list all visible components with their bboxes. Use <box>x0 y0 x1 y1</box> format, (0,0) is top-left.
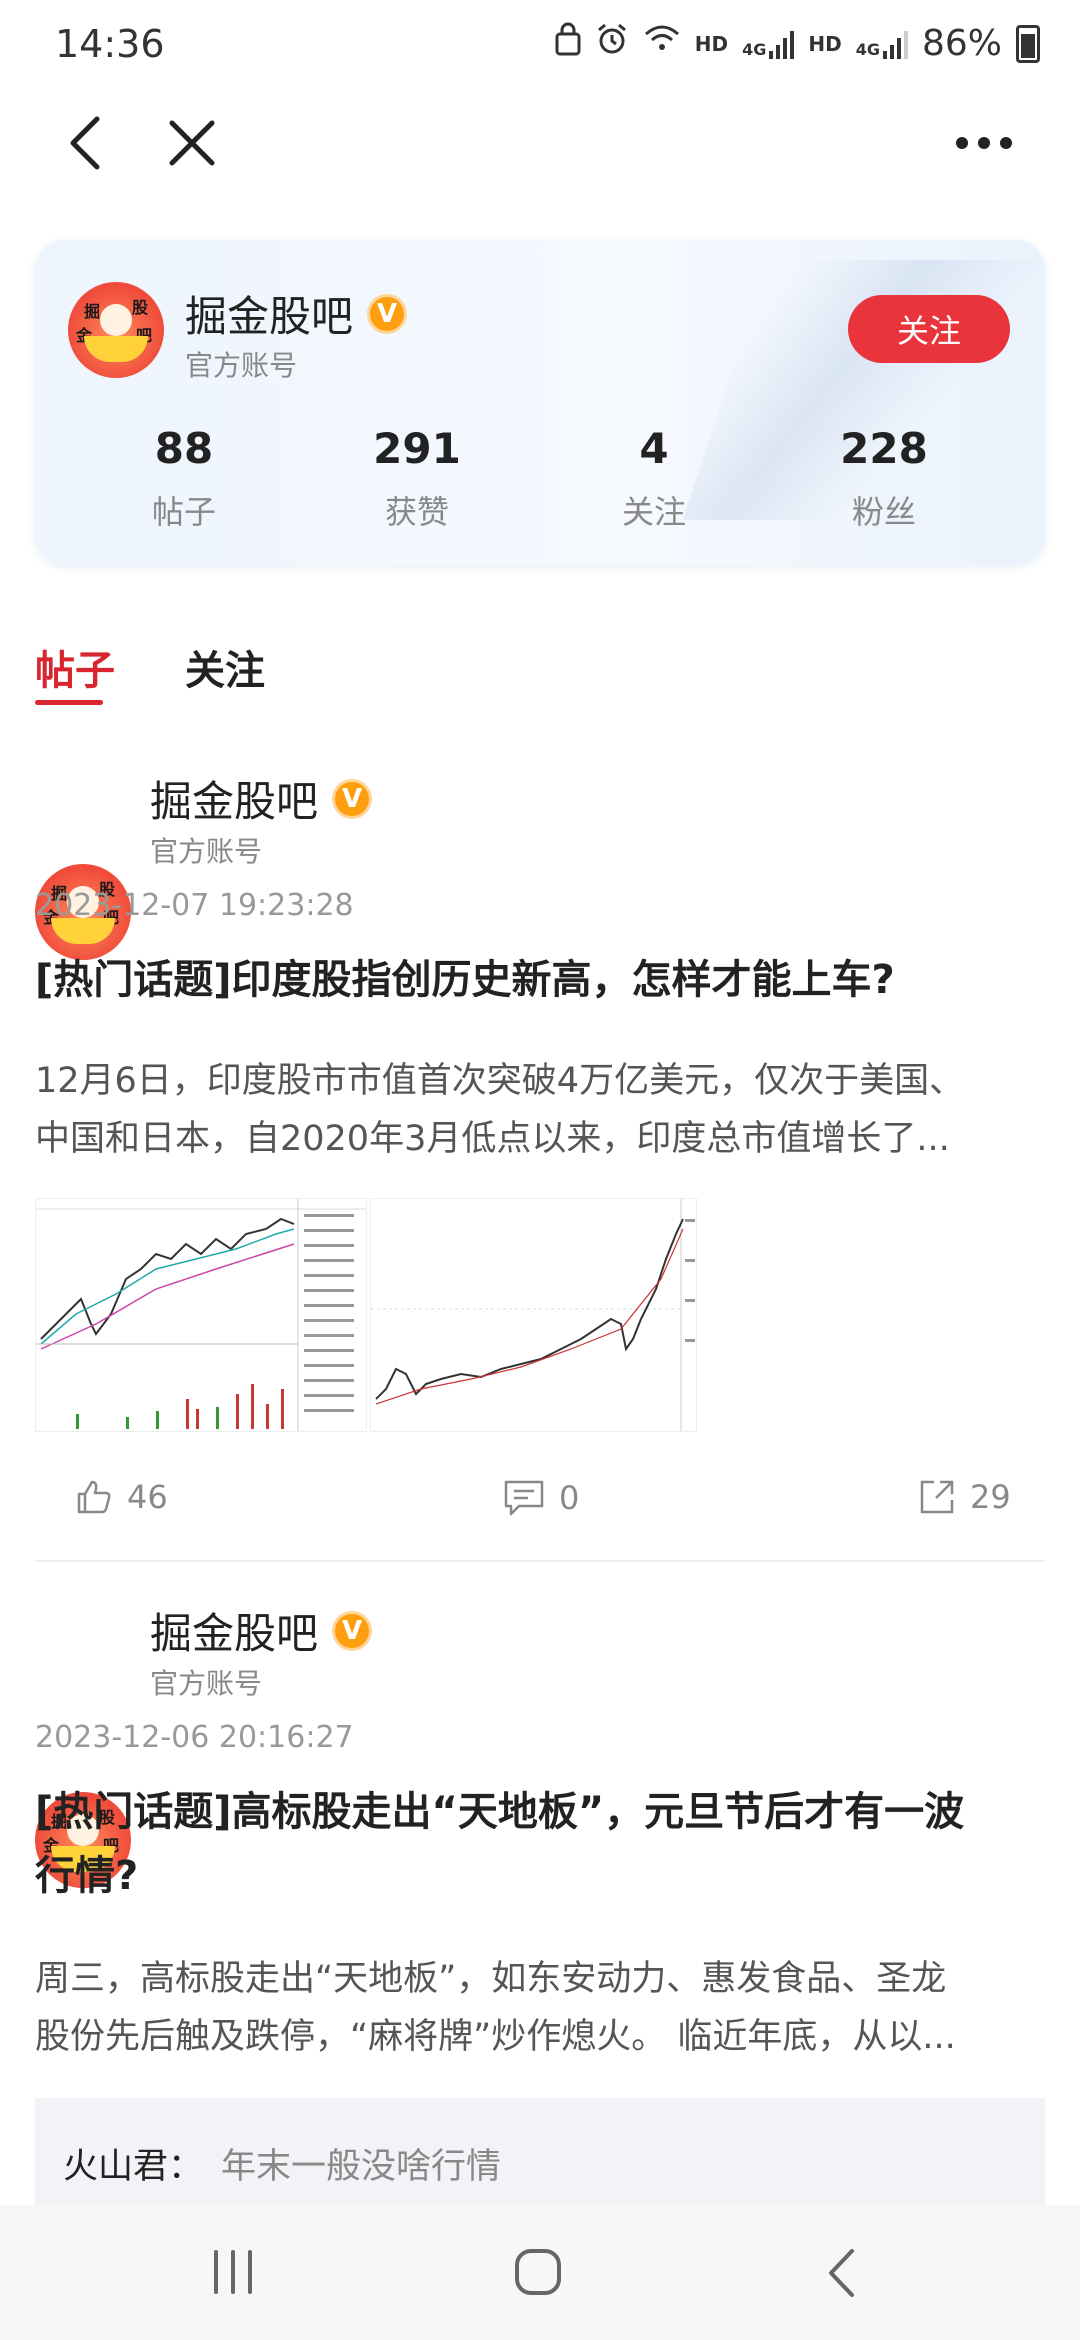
signal-icon-2: 4G <box>856 29 908 59</box>
more-button[interactable] <box>944 103 1024 183</box>
stat-followers[interactable]: 228 粉丝 <box>784 424 984 533</box>
stat-posts[interactable]: 88 帖子 <box>84 424 284 533</box>
share-button[interactable]: 29 <box>918 1478 1011 1516</box>
battery-percent: 86% <box>921 23 1002 64</box>
tab-following[interactable]: 关注 <box>185 638 265 696</box>
candlestick-chart-icon <box>36 1199 366 1431</box>
profile-name-row: 掘金股吧 V <box>185 283 408 344</box>
tab-active-indicator <box>35 700 103 705</box>
follow-button[interactable]: 关注 <box>848 295 1010 363</box>
post-title[interactable]: [热门话题]印度股指创历史新高，怎样才能上车? <box>35 948 895 1012</box>
profile-avatar[interactable]: 掘 股 金 吧 <box>68 282 164 378</box>
post-body[interactable]: 周三，高标股走出“天地板”，如东安动力、惠发食品、圣龙 股份先后触及跌停，“麻将… <box>35 1950 1045 2066</box>
alarm-icon <box>595 22 629 65</box>
post-title[interactable]: [热门话题]高标股走出“天地板”，元旦节后才有一波 行情? <box>35 1780 1055 1908</box>
close-button[interactable] <box>152 103 232 183</box>
battery-icon <box>1016 24 1040 63</box>
comment-button[interactable]: 0 <box>503 1478 579 1518</box>
profile-subtitle: 官方账号 <box>185 349 298 382</box>
verified-badge-icon: V <box>367 293 408 334</box>
recent-apps-icon <box>214 2250 252 2294</box>
status-icons: HD 4G HD 4G 86% <box>555 22 1040 65</box>
like-count: 46 <box>127 1478 168 1516</box>
post-image-chart-2[interactable] <box>370 1198 697 1432</box>
hot-comment-row: 火山君： 年末一般没啥行情 <box>63 2138 501 2189</box>
post-author-subtitle: 官方账号 <box>150 1667 263 1700</box>
more-horizontal-icon <box>956 137 1012 149</box>
comment-count: 0 <box>559 1479 580 1517</box>
stat-likes[interactable]: 291 获赞 <box>317 424 517 533</box>
chevron-left-icon <box>70 116 100 170</box>
gold-pot-shape <box>84 336 148 362</box>
back-button[interactable] <box>45 103 125 183</box>
post-divider <box>35 1560 1045 1562</box>
comment-author: 火山君： <box>63 2147 204 2187</box>
system-back-button[interactable] <box>826 2248 856 2302</box>
status-time: 14:36 <box>55 22 165 66</box>
post-author-subtitle: 官方账号 <box>150 835 263 868</box>
post-date: 2023-12-07 19:23:28 <box>35 888 354 923</box>
line-chart-icon <box>371 1199 696 1431</box>
wifi-icon <box>643 23 681 64</box>
comment-text: 年末一般没啥行情 <box>221 2147 502 2187</box>
verified-badge-icon: V <box>332 1610 373 1651</box>
home-icon <box>515 2249 561 2295</box>
post-body[interactable]: 12月6日，印度股市市值首次突破4万亿美元，仅次于美国、 中国和日本，自2020… <box>35 1052 1045 1168</box>
verified-badge-icon: V <box>332 778 373 819</box>
share-count: 29 <box>970 1478 1011 1516</box>
post-author-name[interactable]: 掘金股吧 <box>150 768 318 829</box>
share-icon <box>920 1480 954 1514</box>
post-image-chart-1[interactable] <box>35 1198 367 1432</box>
comment-icon <box>504 1480 544 1516</box>
post-date: 2023-12-06 20:16:27 <box>35 1720 354 1755</box>
mascot-shape <box>100 304 132 336</box>
home-button[interactable] <box>514 2248 562 2300</box>
post-author-row: 掘金股吧 V <box>150 768 373 829</box>
profile-name: 掘金股吧 <box>185 292 354 341</box>
thumbs-up-icon <box>77 1480 111 1514</box>
recent-apps-button[interactable] <box>210 2250 256 2298</box>
post-author-name[interactable]: 掘金股吧 <box>150 1600 318 1661</box>
like-button[interactable]: 46 <box>75 1478 168 1516</box>
lock-icon <box>555 22 581 65</box>
tab-posts[interactable]: 帖子 <box>35 638 115 696</box>
close-icon <box>169 120 215 166</box>
back-arrow-icon <box>829 2249 854 2297</box>
system-nav-bar <box>0 2205 1080 2340</box>
hd-label-2: HD <box>808 31 842 56</box>
stat-following[interactable]: 4 关注 <box>554 424 754 533</box>
post-author-row: 掘金股吧 V <box>150 1600 373 1661</box>
status-bar: 14:36 HD 4G HD 4G 86% <box>0 0 1080 100</box>
hd-label: HD <box>694 31 729 56</box>
signal-icon: 4G <box>742 29 795 59</box>
